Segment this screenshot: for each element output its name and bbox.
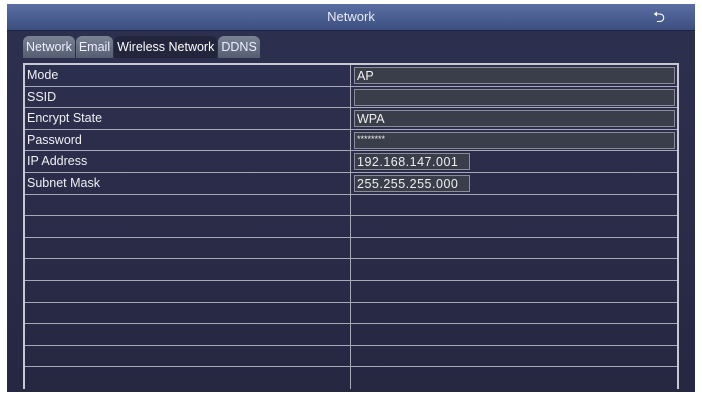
settings-table: Mode AP SSID Encrypt State WPA Password ***…	[23, 63, 679, 389]
mode-select[interactable]: AP	[354, 67, 675, 84]
empty-row	[25, 324, 677, 346]
ssid-input[interactable]	[354, 88, 675, 106]
empty-row	[25, 216, 677, 238]
empty-row	[25, 280, 677, 303]
empty-row	[25, 367, 677, 389]
table-row: Subnet Mask 255.255.255.000	[25, 172, 677, 195]
subnet-mask-label: Subnet Mask	[25, 172, 351, 194]
table-row: Mode AP	[25, 65, 677, 87]
ip-address-label: IP Address	[25, 151, 351, 172]
password-input[interactable]: ********	[354, 131, 675, 149]
network-window: Network ⮌ Network Email Wireless Network…	[7, 4, 695, 392]
table-row: Password ********	[25, 129, 677, 152]
encrypt-state-label: Encrypt State	[25, 108, 351, 129]
table-row: Encrypt State WPA	[25, 108, 677, 130]
return-icon[interactable]: ⮌	[653, 7, 665, 32]
tab-bar: Network Email Wireless Network DDNS	[23, 36, 261, 58]
empty-row	[25, 237, 677, 260]
empty-row	[25, 345, 677, 368]
tab-wireless-network[interactable]: Wireless Network	[114, 36, 218, 58]
table-row: IP Address 192.168.147.001	[25, 151, 677, 173]
table-row: SSID	[25, 86, 677, 109]
ip-address-input[interactable]: 192.168.147.001	[354, 153, 470, 171]
subnet-mask-input[interactable]: 255.255.255.000	[354, 174, 470, 192]
mode-label: Mode	[25, 65, 351, 86]
window-title: Network	[327, 9, 375, 24]
ssid-label: SSID	[25, 86, 351, 108]
password-label: Password	[25, 129, 351, 151]
empty-row	[25, 194, 677, 217]
tab-email[interactable]: Email	[75, 36, 114, 58]
encrypt-state-select[interactable]: WPA	[354, 110, 675, 128]
tab-network[interactable]: Network	[23, 36, 75, 58]
empty-row	[25, 302, 677, 325]
title-bar: Network ⮌	[7, 4, 695, 31]
empty-row	[25, 259, 677, 281]
tab-ddns[interactable]: DDNS	[218, 36, 260, 58]
